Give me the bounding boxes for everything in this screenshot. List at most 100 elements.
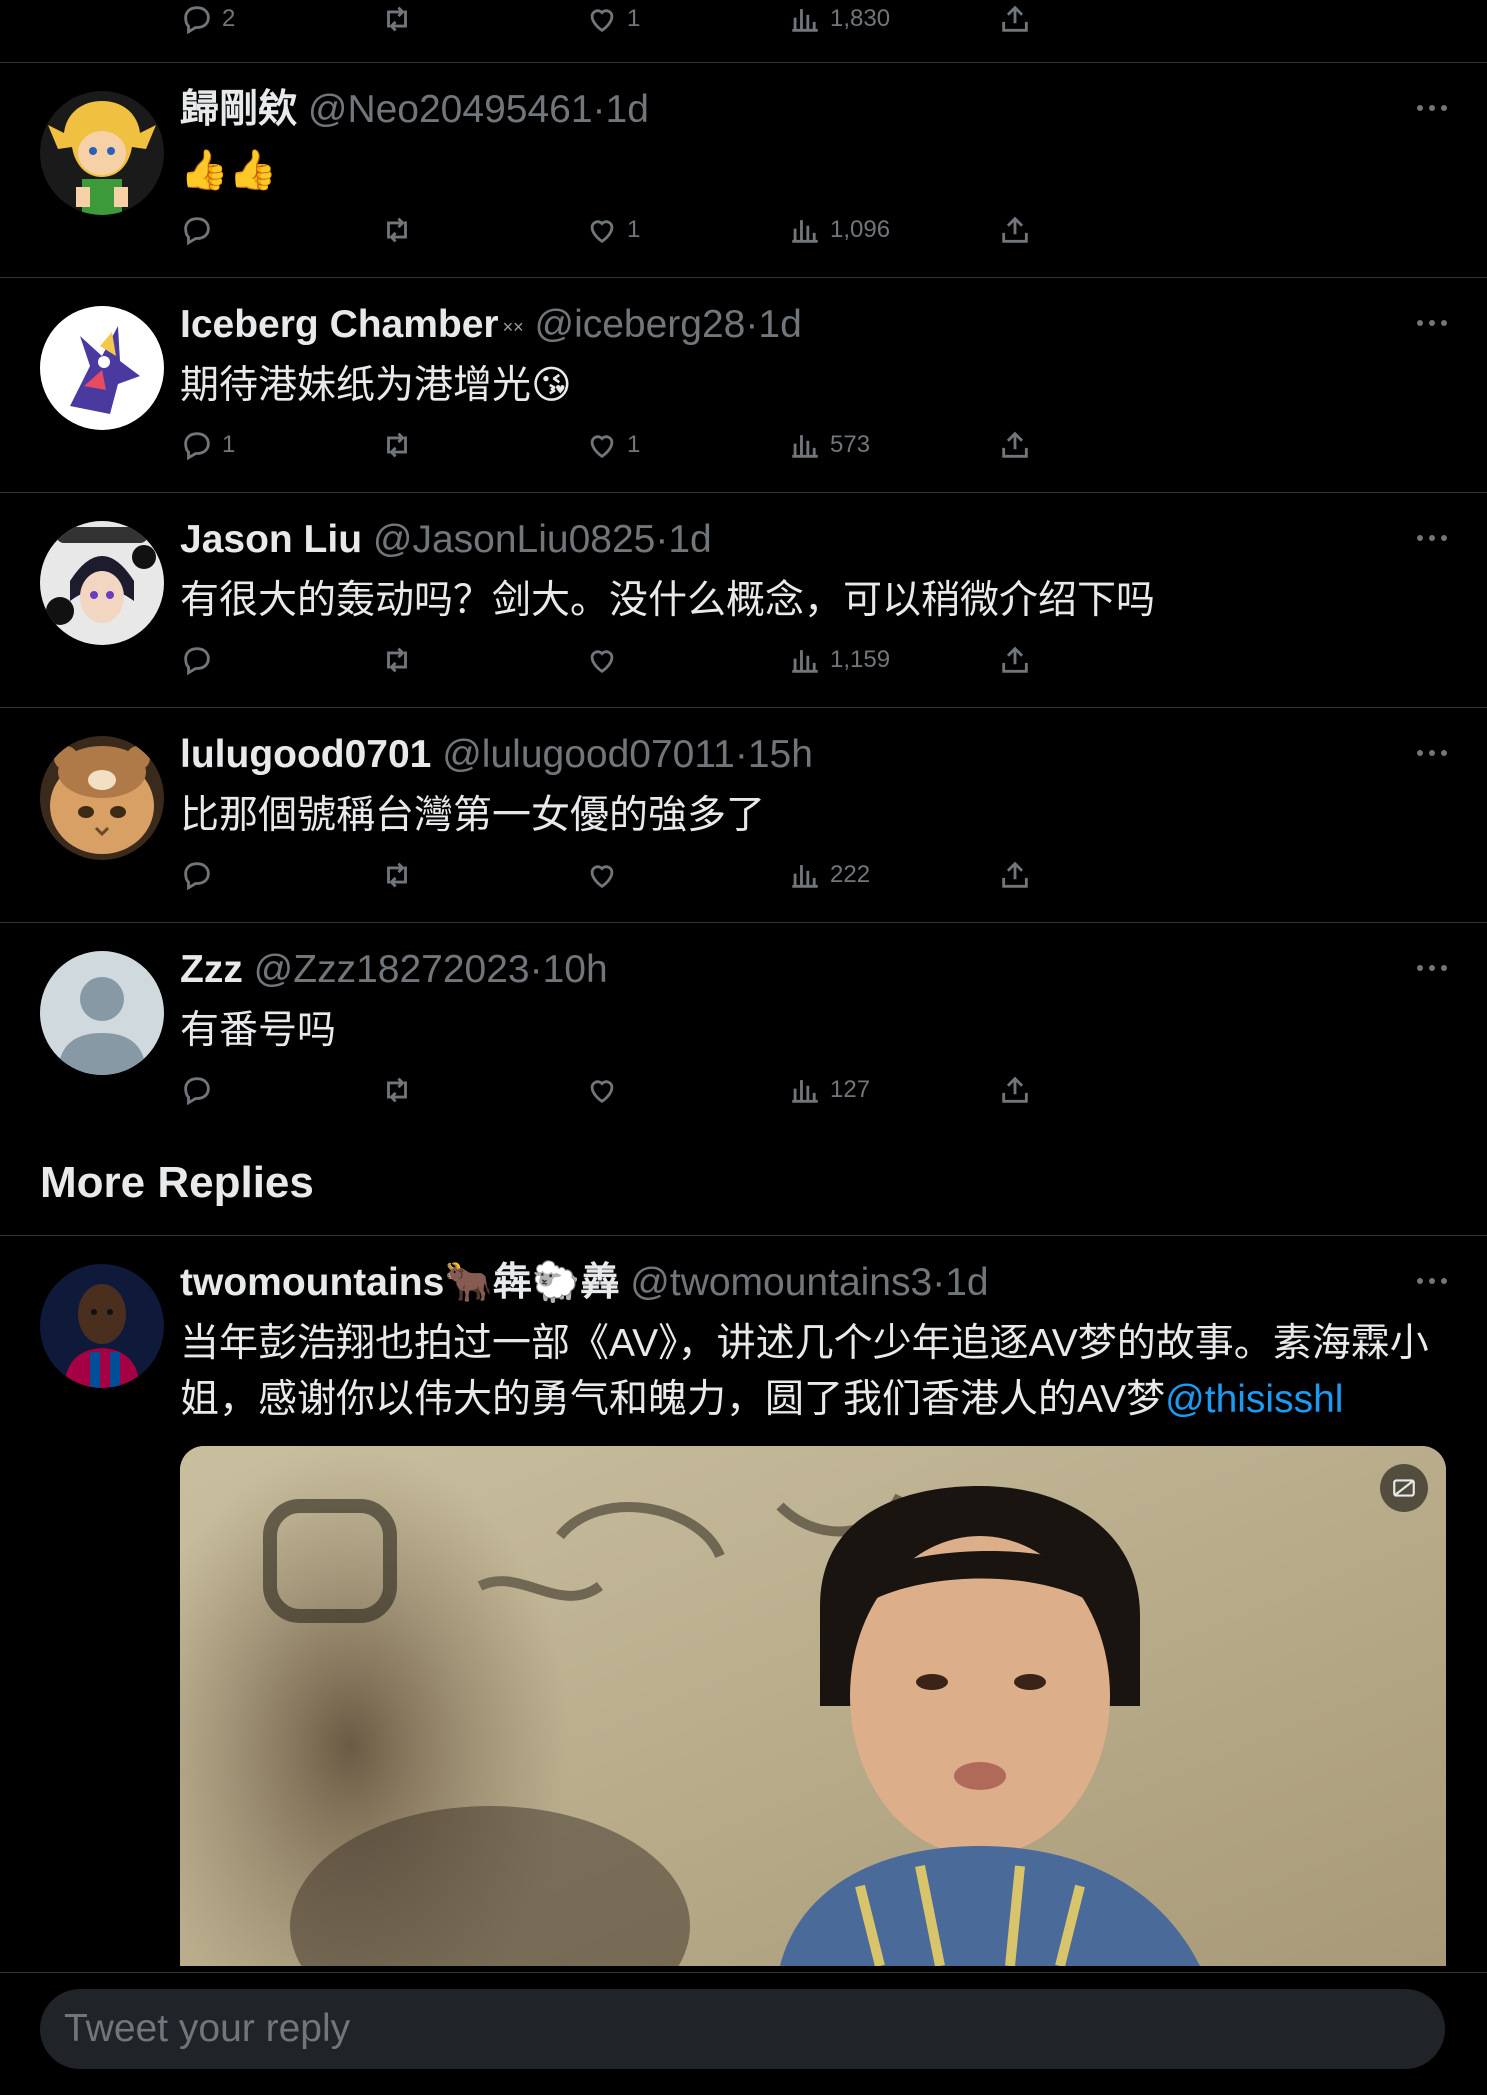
reply-button[interactable] <box>180 205 222 255</box>
views-button[interactable]: 1,096 <box>788 205 890 255</box>
display-name[interactable]: 歸剛欸 <box>180 88 297 131</box>
timestamp[interactable]: 1d <box>758 303 801 346</box>
retweet-button[interactable] <box>380 850 414 900</box>
retweet-icon <box>387 6 407 32</box>
reply-tweet[interactable]: twomountains🐂犇🐑羴 @twomountains3·1d 当年彭浩翔… <box>0 1236 1487 1966</box>
more-options-button[interactable] <box>1407 943 1457 993</box>
share-button[interactable] <box>998 420 1032 470</box>
reply-button[interactable] <box>180 635 222 685</box>
share-icon <box>1002 431 1028 458</box>
display-name[interactable]: lulugood0701 <box>180 733 431 776</box>
user-handle[interactable]: @JasonLiu0825 <box>373 518 655 561</box>
retweet-button[interactable] <box>380 1065 414 1115</box>
user-handle[interactable]: @Neo20495461 <box>308 88 593 131</box>
separator-dot: · <box>734 733 748 776</box>
reply-count: 1 <box>222 431 236 458</box>
avatar[interactable] <box>40 91 164 215</box>
timestamp[interactable]: 1d <box>668 518 711 561</box>
views-icon <box>792 9 818 32</box>
tweet-actions: 1 1 573 <box>180 420 1060 470</box>
views-button[interactable]: 127 <box>788 1065 870 1115</box>
separator-dot: · <box>592 88 606 131</box>
name-badge: ×× <box>502 316 524 337</box>
user-handle[interactable]: @twomountains3 <box>630 1261 932 1304</box>
media-options-button[interactable] <box>1380 1464 1428 1512</box>
like-button[interactable]: 1 <box>585 205 640 255</box>
share-button[interactable] <box>998 635 1032 685</box>
cat-avatar-icon <box>40 736 164 860</box>
retweet-button[interactable] <box>380 635 414 685</box>
retweet-button[interactable] <box>380 420 414 470</box>
views-button[interactable]: 222 <box>788 850 870 900</box>
avatar[interactable] <box>40 521 164 645</box>
reply-tweet[interactable]: Jason Liu @JasonLiu0825·1d 有很大的轰动吗？剑大。没什… <box>0 493 1487 708</box>
retweet-icon <box>387 1077 407 1103</box>
share-button[interactable] <box>998 205 1032 255</box>
user-handle[interactable]: @iceberg28 <box>534 303 745 346</box>
user-handle[interactable]: @Zzz18272023 <box>254 948 530 991</box>
heart-icon <box>590 9 614 33</box>
tweet-header: Iceberg Chamber ×× @iceberg28·1d <box>180 298 802 352</box>
like-button[interactable] <box>585 850 627 900</box>
retweet-button[interactable] <box>380 0 414 44</box>
more-options-button[interactable] <box>1407 83 1457 133</box>
tweet-header: Jason Liu @JasonLiu0825·1d <box>180 513 712 567</box>
views-icon <box>792 435 818 458</box>
timestamp[interactable]: 15h <box>748 733 813 776</box>
timestamp[interactable]: 10h <box>543 948 608 991</box>
tweet-text: 有很大的轰动吗？剑大。没什么概念，可以稍微介绍下吗 <box>180 579 1156 622</box>
like-button[interactable] <box>585 635 627 685</box>
retweet-button[interactable] <box>380 205 414 255</box>
ellipsis-icon <box>1417 535 1447 541</box>
display-name[interactable]: Zzz <box>180 948 243 991</box>
share-button[interactable] <box>998 0 1032 44</box>
timestamp[interactable]: 1d <box>606 88 649 131</box>
reply-input[interactable] <box>40 1989 1445 2069</box>
display-name[interactable]: twomountains🐂犇🐑羴 <box>180 1261 619 1304</box>
more-options-button[interactable] <box>1407 1256 1457 1306</box>
reply-tweet[interactable]: Zzz @Zzz18272023·10h 有番号吗 127 <box>0 923 1487 1138</box>
mention-link[interactable]: @thisisshl <box>1165 1378 1343 1421</box>
timestamp[interactable]: 1d <box>945 1261 988 1304</box>
display-name[interactable]: Jason Liu <box>180 518 362 561</box>
tweet-actions: 222 <box>180 850 1060 900</box>
more-replies-heading: More Replies <box>0 1138 1487 1236</box>
like-button[interactable]: 1 <box>585 420 640 470</box>
footballer-avatar-icon <box>40 1264 164 1388</box>
reply-icon <box>184 217 210 246</box>
avatar[interactable] <box>40 306 164 430</box>
more-options-button[interactable] <box>1407 513 1457 563</box>
reply-tweet[interactable]: Iceberg Chamber ×× @iceberg28·1d 期待港妹纸为港增… <box>0 278 1487 493</box>
reply-button[interactable] <box>180 850 222 900</box>
reply-icon <box>184 432 210 461</box>
share-button[interactable] <box>998 1065 1032 1115</box>
reply-button[interactable]: 2 <box>180 0 235 44</box>
views-button[interactable]: 1,830 <box>788 0 890 44</box>
reply-tweet[interactable]: 歸剛欸 @Neo20495461·1d 👍👍 1 1,096 <box>0 63 1487 278</box>
reply-icon <box>184 647 210 676</box>
like-button[interactable]: 1 <box>585 0 640 44</box>
default-avatar-icon <box>40 951 164 1075</box>
retweet-icon <box>387 862 407 888</box>
reply-button[interactable]: 1 <box>180 420 235 470</box>
share-button[interactable] <box>998 850 1032 900</box>
separator-dot: · <box>655 518 669 561</box>
avatar[interactable] <box>40 1264 164 1388</box>
avatar[interactable] <box>40 736 164 860</box>
tweet-text: 当年彭浩翔也拍过一部《AV》，讲述几个少年追逐AV梦的故事。素海霖小姐，感谢你以… <box>180 1316 1445 1428</box>
reply-count: 2 <box>222 5 236 32</box>
view-count: 1,830 <box>830 5 891 32</box>
user-handle[interactable]: @lulugood07011 <box>442 733 735 776</box>
reply-tweet[interactable]: lulugood0701 @lulugood07011·15h 比那個號稱台灣第… <box>0 708 1487 923</box>
more-options-button[interactable] <box>1407 298 1457 348</box>
views-button[interactable]: 573 <box>788 420 870 470</box>
display-name[interactable]: Iceberg Chamber <box>180 303 499 346</box>
avatar[interactable] <box>40 951 164 1075</box>
tweet-text: 比那個號稱台灣第一女優的強多了 <box>180 794 766 837</box>
reply-button[interactable] <box>180 1065 222 1115</box>
tweet-media-image[interactable] <box>180 1446 1446 1966</box>
more-options-button[interactable] <box>1407 728 1457 778</box>
views-button[interactable]: 1,159 <box>788 635 890 685</box>
gif-icon <box>1393 1479 1415 1497</box>
like-button[interactable] <box>585 1065 627 1115</box>
